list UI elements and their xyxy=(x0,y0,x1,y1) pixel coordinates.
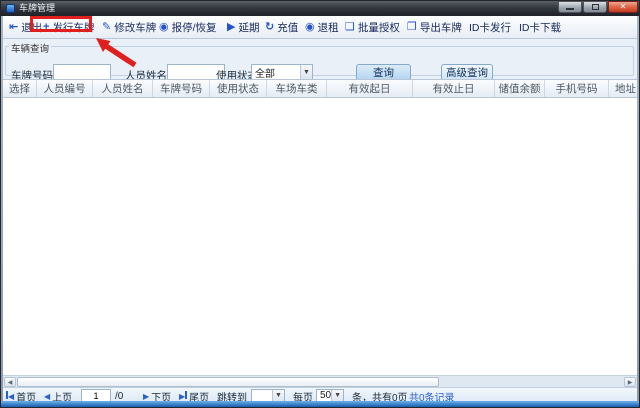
table-header-row: 选择 人员编号 人员姓名 车牌号码 使用状态 车场车类 有效起日 有效止日 储值… xyxy=(3,79,637,98)
app-icon xyxy=(6,4,15,13)
per-page-value: 50 xyxy=(317,390,331,401)
client-area: ⇤ 退出 + 发行车牌 ✎ 修改车牌 ◉ 报停/恢复 ▶ 延期 ↻ 充值 xyxy=(3,16,637,401)
toolbar-modify-plate[interactable]: ✎ 修改车牌 xyxy=(102,16,156,38)
toolbar-refund-label: 退租 xyxy=(318,20,339,35)
vehicle-query-group-label: 车辆查询 xyxy=(9,41,51,55)
app-window: 车牌管理 ✕ ⇤ 退出 + 发行车牌 ✎ 修改车牌 ◉ 报停/恢 xyxy=(0,0,640,408)
per-page-chevron-down-icon[interactable]: ▼ xyxy=(331,390,343,401)
toolbar-issue-plate-label: 发行车牌 xyxy=(52,20,94,35)
prev-page-icon: ◀ xyxy=(44,392,50,401)
pause-restore-icon: ◉ xyxy=(159,22,169,33)
toolbar-export-plate[interactable]: ❐ 导出车牌 xyxy=(407,16,462,38)
chevron-down-icon[interactable]: ▼ xyxy=(300,65,312,79)
usage-status-select[interactable]: 全部 ▼ xyxy=(251,64,313,80)
toolbar-extend[interactable]: ▶ 延期 xyxy=(227,16,259,38)
title-bar: 车牌管理 ✕ xyxy=(1,1,640,16)
next-page-icon: ▶ xyxy=(143,392,149,401)
horizontal-scrollbar[interactable]: ◀ ▶ xyxy=(3,375,637,387)
window-title: 车牌管理 xyxy=(19,1,55,16)
toolbar-exit-label: 退出 xyxy=(21,20,42,35)
refund-icon: ◉ xyxy=(305,22,315,33)
first-page-icon: ◀ xyxy=(6,391,14,401)
column-header-person-name[interactable]: 人员姓名 xyxy=(93,80,153,97)
edit-icon: ✎ xyxy=(102,22,111,33)
toolbar-exit[interactable]: ⇤ 退出 xyxy=(9,16,42,38)
column-header-mobile[interactable]: 手机号码 xyxy=(545,80,609,97)
toolbar-pause-restore[interactable]: ◉ 报停/恢复 xyxy=(159,16,217,38)
column-header-plate-number[interactable]: 车牌号码 xyxy=(153,80,210,97)
minimize-button[interactable] xyxy=(558,1,582,13)
window-border-bottom xyxy=(1,401,639,407)
toolbar-modify-plate-label: 修改车牌 xyxy=(114,20,156,35)
toolbar-refund[interactable]: ◉ 退租 xyxy=(305,16,339,38)
extend-icon: ▶ xyxy=(227,22,235,33)
toolbar-extend-label: 延期 xyxy=(238,20,259,35)
close-button[interactable]: ✕ xyxy=(608,1,638,13)
toolbar-issue-plate[interactable]: + 发行车牌 xyxy=(43,16,94,38)
column-header-select[interactable]: 选择 xyxy=(3,80,37,97)
close-icon: ✕ xyxy=(620,2,627,12)
column-header-balance[interactable]: 储值余额 xyxy=(495,80,545,97)
toolbar-recharge[interactable]: ↻ 充值 xyxy=(265,16,298,38)
column-header-usage-status[interactable]: 使用状态 xyxy=(210,80,267,97)
toolbar: ⇤ 退出 + 发行车牌 ✎ 修改车牌 ◉ 报停/恢复 ▶ 延期 ↻ 充值 xyxy=(3,16,637,39)
toolbar-recharge-label: 充值 xyxy=(277,20,298,35)
batch-auth-icon: ❏ xyxy=(345,22,355,33)
toolbar-pause-restore-label: 报停/恢复 xyxy=(172,20,217,35)
plus-icon: + xyxy=(43,22,49,33)
column-header-valid-to[interactable]: 有效止日 xyxy=(413,80,495,97)
exit-icon: ⇤ xyxy=(9,22,18,33)
scrollbar-thumb[interactable] xyxy=(17,377,439,387)
toolbar-export-plate-label: 导出车牌 xyxy=(420,20,462,35)
plate-number-input[interactable] xyxy=(53,64,111,80)
table-body[interactable] xyxy=(3,98,637,375)
toolbar-idcard-issue[interactable]: ID卡发行 xyxy=(469,16,511,38)
column-header-address[interactable]: 地址 xyxy=(609,80,637,97)
recharge-icon: ↻ xyxy=(265,22,274,33)
toolbar-idcard-issue-label: ID卡发行 xyxy=(469,20,511,35)
maximize-icon xyxy=(592,4,599,10)
minimize-icon xyxy=(566,8,574,10)
jump-chevron-down-icon[interactable]: ▼ xyxy=(272,390,284,401)
usage-status-value: 全部 xyxy=(252,65,275,80)
toolbar-batch-auth[interactable]: ❏ 批量授权 xyxy=(345,16,400,38)
query-panel: 车辆查询 车牌号码 人员姓名 使用状态 全部 ▼ 查询 高级查询 xyxy=(3,39,637,79)
maximize-button[interactable] xyxy=(583,1,607,13)
toolbar-idcard-download[interactable]: ID卡下载 xyxy=(519,16,561,38)
export-icon: ❐ xyxy=(407,22,417,33)
column-header-person-id[interactable]: 人员编号 xyxy=(37,80,93,97)
column-header-valid-from[interactable]: 有效起日 xyxy=(327,80,413,97)
toolbar-batch-auth-label: 批量授权 xyxy=(358,20,400,35)
window-border-right xyxy=(637,16,639,401)
scroll-right-icon[interactable]: ▶ xyxy=(624,377,636,387)
column-header-lot-type[interactable]: 车场车类 xyxy=(267,80,327,97)
toolbar-idcard-download-label: ID卡下载 xyxy=(519,20,561,35)
scroll-left-icon[interactable]: ◀ xyxy=(4,377,16,387)
last-page-icon: ▶ xyxy=(179,391,187,401)
